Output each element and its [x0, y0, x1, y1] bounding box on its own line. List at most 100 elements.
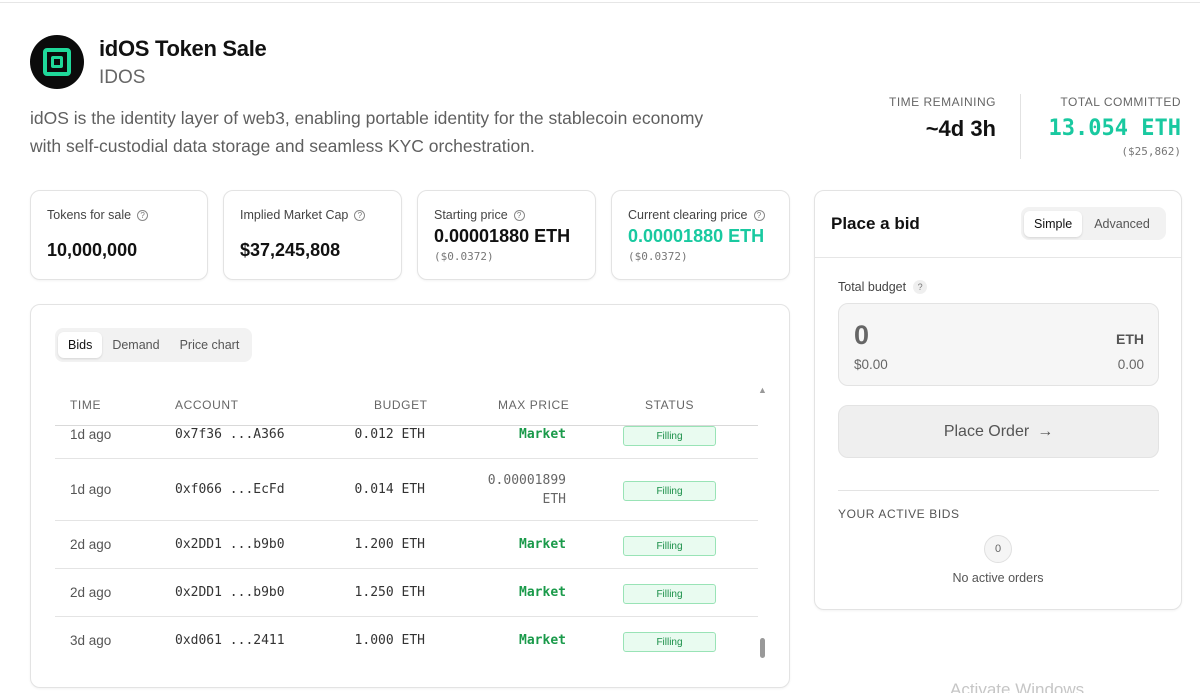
row-budget: 1.000 ETH [354, 633, 425, 648]
total-committed-label: TOTAL COMMITTED [1060, 95, 1181, 109]
row-account-end: b9b0 [253, 537, 285, 552]
row-time: 3d ago [70, 633, 112, 648]
row-budget: 1.250 ETH [354, 585, 425, 600]
column-header-max-price[interactable]: MAX PRICE [498, 398, 569, 412]
scroll-up-arrow-icon[interactable]: ▲ [758, 385, 767, 395]
row-account: 0x2DD1 ...b9b0 [175, 537, 285, 552]
question-circle-icon[interactable]: ? [753, 209, 765, 221]
bids-panel-tabs: Bids Demand Price chart [55, 328, 253, 362]
status-badge: Filling [623, 632, 716, 652]
token-description: idOS is the identity layer of web3, enab… [30, 108, 704, 156]
row-account: 0x2DD1 ...b9b0 [175, 585, 285, 600]
bid-mode-toggle: Simple Advanced [1021, 207, 1166, 240]
row-max-price-unit: ETH [542, 492, 566, 507]
question-circle-icon[interactable]: ? [354, 209, 366, 221]
tokens-for-sale-label: Tokens for sale [47, 208, 132, 222]
row-budget: 1.200 ETH [354, 537, 425, 552]
clearing-price-card: Current clearing price? 0.00001880 ETH (… [611, 190, 790, 280]
question-circle-icon[interactable]: ? [513, 209, 525, 221]
place-order-label: Place Order [943, 422, 1030, 440]
active-bids-label: YOUR ACTIVE BIDS [838, 507, 960, 521]
total-committed-usd: ($25,862) [1121, 145, 1181, 158]
bid-panel-divider [815, 257, 1181, 258]
row-divider [55, 568, 758, 569]
row-time: 2d ago [70, 537, 112, 552]
place-bid-title: Place a bid [831, 214, 920, 233]
active-bids-count: 0 [984, 535, 1012, 563]
row-account-ellipsis: ... [229, 633, 254, 648]
row-account-start: 0x2DD1 [175, 537, 222, 552]
tab-bids[interactable]: Bids [58, 332, 103, 358]
arrow-right-icon: → [1037, 422, 1054, 440]
table-scrollbar[interactable] [760, 638, 765, 658]
budget-amount[interactable]: 0 [854, 320, 869, 351]
row-account-start: 0x7f36 [175, 427, 222, 442]
status-badge: Filling [623, 426, 716, 446]
no-active-orders-text: No active orders [952, 571, 1044, 585]
row-divider [55, 458, 758, 459]
budget-usd-value: $0.00 [854, 357, 888, 372]
tab-price-chart[interactable]: Price chart [170, 332, 250, 358]
implied-market-cap-card: Implied Market Cap? $37,245,808 [223, 190, 402, 280]
row-max-price: Market [519, 427, 566, 442]
question-circle-icon[interactable]: ? [137, 209, 149, 221]
stats-divider [1020, 94, 1021, 159]
tokens-for-sale-value: 10,000,000 [47, 240, 138, 260]
row-account: 0x7f36 ...A366 [175, 427, 285, 442]
starting-price-usd: ($0.0372) [434, 250, 494, 263]
question-circle-icon[interactable]: ? [913, 280, 928, 294]
total-budget-label: Total budget [838, 280, 907, 294]
place-order-button[interactable]: Place Order → [838, 405, 1159, 458]
time-remaining-value: ~4d 3h [925, 116, 996, 141]
place-bid-panel: Place a bid Simple Advanced Total budget… [814, 190, 1182, 610]
starting-price-card: Starting price? 0.00001880 ETH ($0.0372) [417, 190, 596, 280]
total-committed-value: 13.054 ETH [1048, 116, 1181, 141]
implied-market-cap-label: Implied Market Cap [240, 208, 349, 222]
row-account-ellipsis: ... [229, 482, 254, 497]
status-badge: Filling [623, 584, 716, 604]
tokens-for-sale-card: Tokens for sale? 10,000,000 [30, 190, 208, 280]
column-header-time[interactable]: TIME [70, 398, 101, 412]
row-divider [55, 520, 758, 521]
row-account-start: 0xd061 [175, 633, 222, 648]
implied-market-cap-value: $37,245,808 [240, 240, 341, 260]
row-account-ellipsis: ... [229, 537, 254, 552]
row-account-end: b9b0 [253, 585, 285, 600]
row-account-end: 2411 [253, 633, 285, 648]
page-title: idOS Token Sale [99, 36, 267, 61]
row-account: 0xd061 ...2411 [175, 633, 285, 648]
row-max-price: Market [519, 585, 566, 600]
starting-price-value: 0.00001880 ETH [434, 226, 571, 246]
row-account-end: EcFd [253, 482, 285, 497]
row-time: 2d ago [70, 585, 112, 600]
windows-activation-watermark: Activate Windows [950, 680, 1085, 693]
row-divider [55, 616, 758, 617]
starting-price-label: Starting price [434, 208, 508, 222]
row-max-price: Market [519, 537, 566, 552]
row-account-ellipsis: ... [229, 427, 254, 442]
row-budget: 0.012 ETH [354, 427, 425, 442]
row-budget: 0.014 ETH [354, 482, 425, 497]
column-header-status[interactable]: STATUS [645, 398, 694, 412]
active-bids-divider [838, 490, 1159, 491]
budget-currency: ETH [1116, 331, 1144, 347]
mode-advanced[interactable]: Advanced [1084, 211, 1160, 237]
row-time: 1d ago [70, 482, 112, 497]
row-account-ellipsis: ... [229, 585, 254, 600]
row-max-price-value: 0.00001899 [487, 473, 566, 488]
clearing-price-value: 0.00001880 ETH [628, 226, 765, 246]
budget-balance: 0.00 [1117, 357, 1144, 372]
row-account-start: 0x2DD1 [175, 585, 222, 600]
column-header-budget[interactable]: BUDGET [374, 398, 428, 412]
row-max-price: Market [519, 633, 566, 648]
token-ticker: IDOS [99, 67, 146, 88]
row-time: 1d ago [70, 427, 112, 442]
top-divider [0, 2, 1200, 3]
mode-simple[interactable]: Simple [1024, 210, 1083, 237]
column-header-account[interactable]: ACCOUNT [175, 398, 239, 412]
clearing-price-label: Current clearing price [628, 208, 748, 222]
status-badge: Filling [623, 481, 716, 501]
tab-demand[interactable]: Demand [102, 332, 169, 358]
total-budget-input[interactable]: 0 $0.00 ETH 0.00 [838, 303, 1159, 386]
status-badge: Filling [623, 536, 716, 556]
